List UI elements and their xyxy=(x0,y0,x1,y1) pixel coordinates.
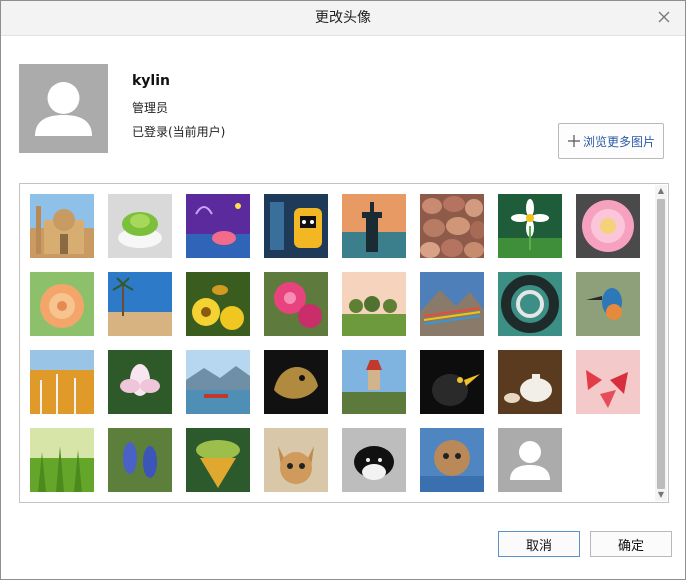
avatar-option-pink-dahlia[interactable] xyxy=(576,194,640,258)
avatar-option-sunset-trees[interactable] xyxy=(342,272,406,336)
user-role: 管理员 xyxy=(132,101,169,115)
dialog-title: 更改头像 xyxy=(315,10,371,26)
avatar-option-spiral-stairs[interactable] xyxy=(498,272,562,336)
browse-button-label: 浏览更多图片 xyxy=(582,134,655,149)
login-status: 已登录(当前用户) xyxy=(132,125,226,139)
avatar-option-beach-palm[interactable] xyxy=(108,272,172,336)
avatar-option-grass[interactable] xyxy=(30,428,94,492)
avatar-option-grape-hyacinth[interactable] xyxy=(108,428,172,492)
avatar-option-teapot[interactable] xyxy=(498,350,562,414)
avatar-option-kitten-blanket[interactable] xyxy=(420,428,484,492)
avatar-option-kingfisher[interactable] xyxy=(576,272,640,336)
avatar-option-lighthouse[interactable] xyxy=(342,194,406,258)
avatar-option-mountain-flags[interactable] xyxy=(420,272,484,336)
avatar-option-bee-flowers[interactable] xyxy=(186,272,250,336)
avatar-option-pebbles[interactable] xyxy=(420,194,484,258)
plus-icon xyxy=(567,135,580,147)
avatar-gallery: ▲ ▼ xyxy=(19,183,669,503)
ok-button[interactable]: 确定 xyxy=(590,531,672,557)
browse-more-images-button[interactable]: 浏览更多图片 xyxy=(558,123,664,159)
avatar-option-orange-rose[interactable] xyxy=(30,272,94,336)
avatar-option-robot[interactable] xyxy=(264,194,328,258)
avatar-option-lotus-pod[interactable] xyxy=(186,428,250,492)
avatar-option-kitten[interactable] xyxy=(264,428,328,492)
cancel-button[interactable]: 取消 xyxy=(498,531,580,557)
avatar-option-pagoda-hill[interactable] xyxy=(342,350,406,414)
close-icon[interactable] xyxy=(657,10,671,24)
scroll-up-arrow-icon[interactable]: ▲ xyxy=(655,185,667,197)
avatar-option-dragon-carving[interactable] xyxy=(264,350,328,414)
scroll-down-arrow-icon[interactable]: ▼ xyxy=(655,489,667,501)
avatar-option-red-flowers[interactable] xyxy=(576,350,640,414)
avatar-option-black-bird[interactable] xyxy=(420,350,484,414)
current-avatar xyxy=(19,64,108,153)
avatar-option-cartoon-fish[interactable] xyxy=(186,194,250,258)
title-bar: 更改头像 xyxy=(1,1,685,36)
avatar-option-lotus[interactable] xyxy=(108,350,172,414)
avatar-option-daisy[interactable] xyxy=(498,194,562,258)
gallery-scrollbar[interactable]: ▲ ▼ xyxy=(655,185,667,501)
scrollbar-thumb[interactable] xyxy=(657,199,665,489)
avatar-option-mosque[interactable] xyxy=(30,194,94,258)
avatar-option-pink-roses[interactable] xyxy=(264,272,328,336)
avatar-option-lake-boat[interactable] xyxy=(186,350,250,414)
avatar-option-succulent[interactable] xyxy=(108,194,172,258)
avatar-option-default-avatar[interactable] xyxy=(498,428,562,492)
avatar-option-black-white-cat[interactable] xyxy=(342,428,406,492)
avatar-option-autumn-forest[interactable] xyxy=(30,350,94,414)
user-name: kylin xyxy=(132,73,171,89)
change-avatar-dialog: 更改头像 kylin 管理员 已登录(当前用户) 浏览更多图片 ▲ ▼ 取消 确… xyxy=(0,0,686,580)
